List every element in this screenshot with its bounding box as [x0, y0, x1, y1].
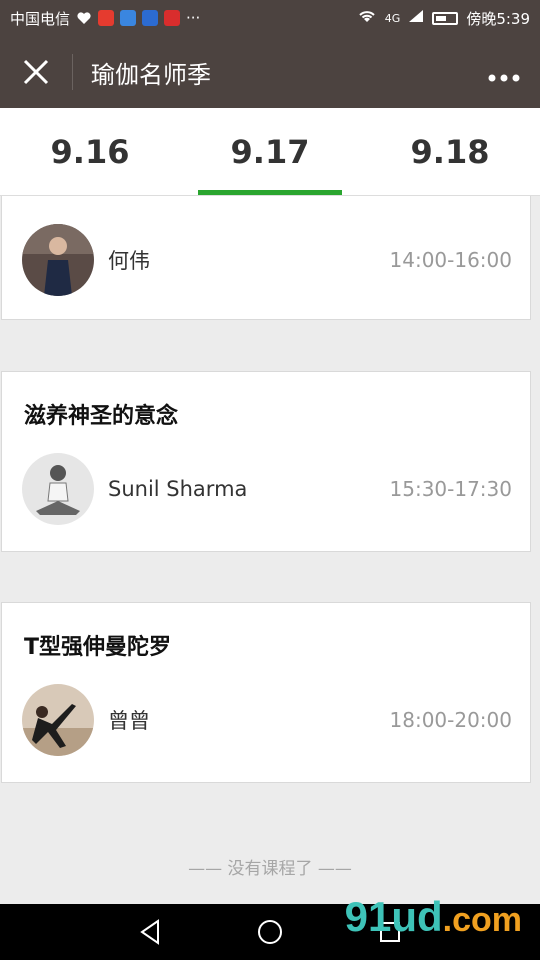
- clock: 傍晚5:39: [466, 9, 530, 28]
- avatar: [22, 224, 94, 296]
- session-time: 15:30-17:30: [389, 477, 513, 501]
- heart-icon: [76, 10, 92, 26]
- teacher-name: 曾曾: [108, 709, 150, 733]
- avatar: [22, 453, 94, 525]
- network-label: 4G: [384, 11, 401, 25]
- news-icon: [164, 10, 181, 26]
- session-list[interactable]: 何伟 14:00-16:00 滋养神圣的意念 Sunil Sharma 15:3…: [0, 196, 540, 904]
- more-notifications: ···: [186, 9, 201, 27]
- status-left: 中国电信 ···: [10, 8, 200, 29]
- tab-9-18[interactable]: 9.18: [360, 108, 540, 195]
- close-button[interactable]: [0, 36, 72, 108]
- session-card[interactable]: 滋养神圣的意念 Sunil Sharma 15:30-17:30: [1, 371, 531, 552]
- teacher-name: 何伟: [108, 249, 150, 273]
- watermark-suffix: .com: [442, 901, 522, 939]
- teacher-row: Sunil Sharma 15:30-17:30: [22, 452, 512, 526]
- maps-icon: [120, 10, 137, 26]
- more-icon: [488, 74, 520, 81]
- watermark-logo: 91ud.com: [345, 896, 522, 938]
- teacher-name: Sunil Sharma: [108, 477, 248, 501]
- watermark-brand: 91ud: [344, 893, 443, 940]
- back-button[interactable]: [130, 912, 170, 952]
- page-title: 瑜伽名师季: [91, 60, 211, 89]
- teacher-row: 曾曾 18:00-20:00: [22, 683, 512, 757]
- nav-bar: 瑜伽名师季: [0, 36, 540, 108]
- home-icon: [258, 920, 282, 944]
- status-bar: 中国电信 ··· 4G 傍晚5:39: [0, 0, 540, 36]
- home-button[interactable]: [250, 912, 290, 952]
- date-tabs: 9.16 9.17 9.18: [0, 108, 540, 196]
- nav-divider: [72, 54, 73, 90]
- more-button[interactable]: [488, 56, 520, 89]
- wifi-icon: [357, 8, 377, 28]
- battery-icon: [432, 11, 459, 25]
- status-right: 4G 傍晚5:39: [357, 8, 530, 29]
- avatar: [22, 684, 94, 756]
- weibo-icon: [98, 10, 115, 26]
- tab-9-17[interactable]: 9.17: [180, 108, 360, 195]
- session-time: 14:00-16:00: [389, 248, 513, 272]
- session-card[interactable]: 何伟 14:00-16:00: [1, 196, 531, 320]
- carrier-label: 中国电信: [10, 9, 71, 28]
- baidu-icon: [142, 10, 159, 26]
- session-title: T型强伸曼陀罗: [24, 635, 172, 660]
- close-icon: [23, 59, 49, 85]
- session-time: 18:00-20:00: [389, 708, 513, 732]
- session-title: 滋养神圣的意念: [24, 404, 179, 429]
- back-icon: [140, 919, 159, 945]
- signal-icon: [408, 9, 424, 27]
- session-card[interactable]: T型强伸曼陀罗 曾曾 18:00-20:00: [1, 602, 531, 783]
- teacher-row: 何伟 14:00-16:00: [22, 223, 512, 297]
- no-more-courses-label: —— 没有课程了 ——: [188, 859, 352, 879]
- tab-9-16[interactable]: 9.16: [0, 108, 180, 195]
